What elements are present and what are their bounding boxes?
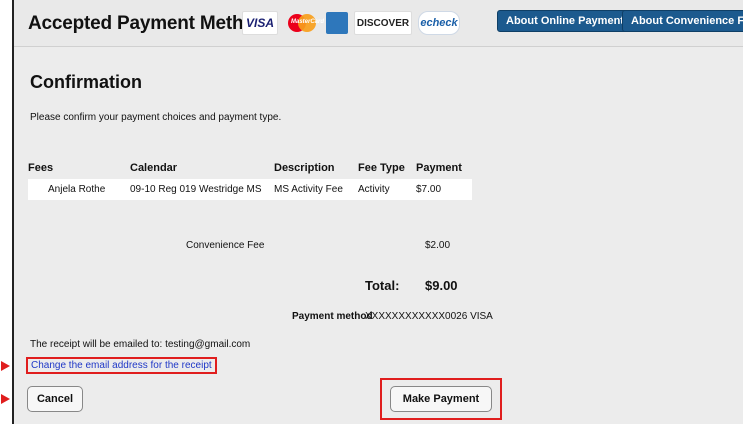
discover-logo: DISCOVER (354, 11, 412, 35)
amex-logo (326, 12, 348, 34)
header-bar: Accepted Payment Methods VISA MasterCard… (14, 0, 743, 47)
cell-description: MS Activity Fee (274, 179, 358, 200)
about-online-payments-label: About Online Payments (506, 15, 631, 27)
page-title: Confirmation (30, 72, 142, 92)
accepted-payment-methods-title: Accepted Payment Methods (28, 13, 277, 34)
column-header-description: Description (274, 162, 335, 174)
cell-payment: $7.00 (416, 179, 472, 200)
make-payment-button[interactable]: Make Payment (390, 386, 492, 412)
annotation-arrow-change-email (1, 361, 10, 371)
column-header-calendar: Calendar (130, 162, 178, 174)
visa-logo: VISA (242, 11, 278, 35)
card-logos: VISA MasterCard DISCOVER echeck (242, 11, 460, 35)
fees-table: Fees Calendar Description Fee Type Payme… (28, 162, 472, 200)
receipt-email-text: The receipt will be emailed to: testing@… (30, 339, 251, 350)
total-amount: $9.00 (425, 278, 458, 293)
payment-method-value: XXXXXXXXXXXX0026 VISA (365, 311, 493, 322)
payment-method-label: Payment method (292, 311, 373, 322)
cell-calendar: 09-10 Reg 019 Westridge MS (130, 179, 274, 200)
instruction-text: Please confirm your payment choices and … (30, 112, 282, 123)
convenience-fee-label: Convenience Fee (186, 240, 265, 251)
annotation-arrow-cancel (1, 394, 10, 404)
table-header-row: Fees Calendar Description Fee Type Payme… (28, 162, 472, 179)
payment-panel: Accepted Payment Methods VISA MasterCard… (12, 0, 743, 424)
convenience-fee-amount: $2.00 (425, 240, 451, 251)
make-payment-highlight: Make Payment (380, 378, 502, 420)
mastercard-text: MasterCard (291, 19, 325, 25)
cancel-button[interactable]: Cancel (27, 386, 83, 412)
mastercard-logo: MasterCard (284, 12, 324, 34)
total-label: Total: (365, 278, 400, 293)
column-header-payment: Payment (416, 162, 462, 174)
cell-fee-type: Activity (358, 179, 416, 200)
about-convenience-fees-label: About Convenience Fees (631, 15, 743, 27)
change-email-link[interactable]: Change the email address for the receipt (26, 357, 217, 374)
about-convenience-fees-button[interactable]: About Convenience Fees (622, 10, 743, 32)
column-header-fee-type: Fee Type (358, 162, 405, 174)
table-row: Anjela Rothe 09-10 Reg 019 Westridge MS … (28, 179, 472, 200)
echeck-logo: echeck (418, 11, 460, 35)
cell-fees: Anjela Rothe (28, 179, 130, 200)
column-header-fees: Fees (28, 162, 54, 174)
